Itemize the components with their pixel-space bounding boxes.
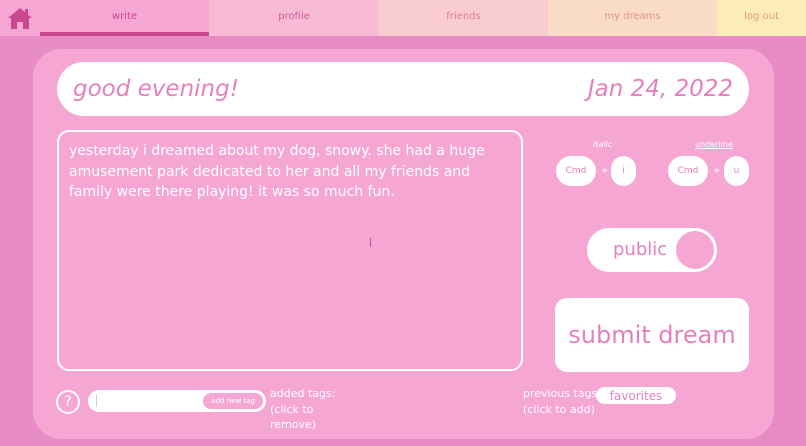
home-icon (8, 8, 32, 29)
input-cursor-icon (96, 395, 97, 407)
tag-input[interactable] (98, 393, 198, 409)
date-text: Jan 24, 2022 (587, 76, 733, 102)
submit-dream-button[interactable]: submit dream (555, 298, 749, 372)
top-nav: write profile friends my dreams log out (0, 0, 806, 36)
italic-cmd-key[interactable]: Cmd (556, 156, 596, 186)
toggle-knob (676, 231, 714, 269)
greeting-text: good evening! (73, 76, 239, 102)
text-cursor-icon (370, 238, 371, 247)
help-button[interactable]: ? (56, 390, 80, 414)
added-tags-note: added tags: (click to remove) (270, 387, 336, 431)
previous-tags-note: previous tags: (click to add) (523, 387, 601, 416)
underline-u-key[interactable]: u (724, 156, 749, 186)
tab-profile[interactable]: profile (209, 0, 379, 36)
tab-my-dreams[interactable]: my dreams (548, 0, 717, 36)
dream-entry-textarea[interactable]: yesterday i dreamed about my dog, snowy.… (57, 130, 523, 371)
tag-input-field: add new tag (88, 390, 266, 412)
underline-cmd-key[interactable]: Cmd (668, 156, 708, 186)
underline-shortcut-label: underline (695, 140, 733, 149)
tab-write[interactable]: write (40, 0, 209, 36)
tab-friends[interactable]: friends (379, 0, 548, 36)
dream-entry-text: yesterday i dreamed about my dog, snowy.… (69, 143, 485, 200)
greeting-banner: good evening! Jan 24, 2022 (57, 62, 749, 116)
previous-tag-chip[interactable]: favorites (596, 387, 676, 404)
italic-plus-sign: + (601, 166, 609, 176)
home-button[interactable] (0, 0, 40, 36)
add-tag-button[interactable]: add new tag (203, 393, 263, 409)
italic-shortcut-label: italic (593, 140, 613, 149)
public-toggle[interactable]: public (587, 228, 717, 272)
underline-plus-sign: + (713, 166, 721, 176)
tab-log-out[interactable]: log out (717, 0, 806, 36)
italic-i-key[interactable]: i (611, 156, 636, 186)
public-toggle-label: public (613, 239, 668, 260)
